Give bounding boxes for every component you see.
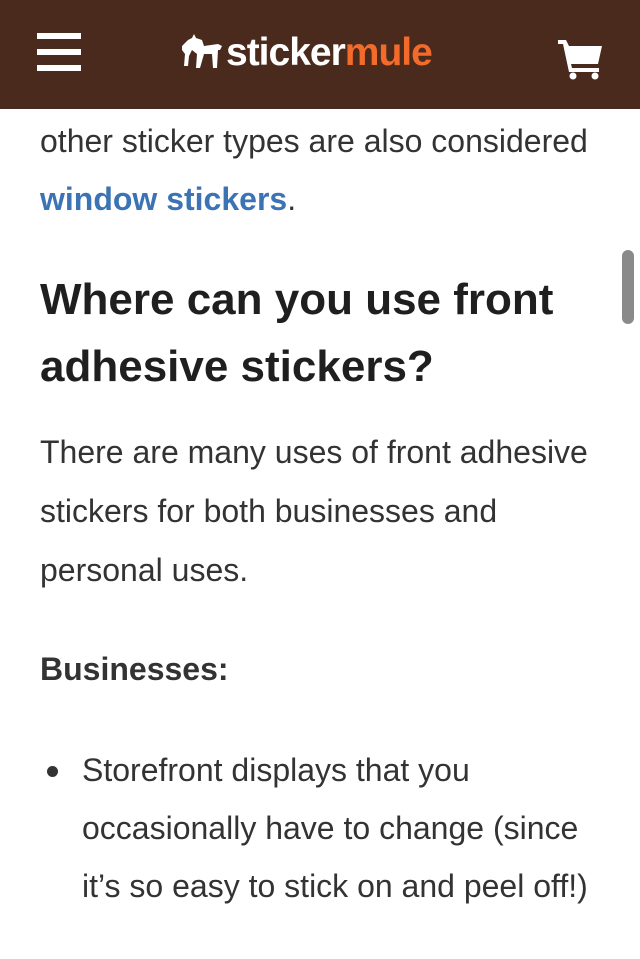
window-stickers-link[interactable]: window stickers — [40, 181, 287, 217]
scrollbar-thumb[interactable] — [622, 250, 634, 324]
stickermule-logo[interactable]: stickermule — [180, 28, 433, 76]
hamburger-menu-icon[interactable] — [37, 33, 81, 73]
shopping-cart-icon[interactable] — [556, 36, 604, 80]
list-item-text: Storefront displays that you occasionall… — [82, 752, 588, 904]
section-paragraph: There are many uses of front adhesive st… — [40, 434, 588, 588]
top-header: stickermule — [0, 0, 640, 109]
mule-icon — [182, 34, 222, 68]
list-item: Storefront displays that you occasionall… — [40, 741, 600, 915]
intro-period: . — [287, 181, 297, 217]
bullet-icon — [47, 766, 58, 777]
businesses-list: Storefront displays that you occasionall… — [40, 741, 600, 915]
intro-paragraph: other sticker types are also considered … — [40, 112, 600, 228]
businesses-subheading: Businesses: — [40, 651, 229, 687]
logo-text-sticker: sticker — [226, 30, 346, 74]
logo-text-mule: mule — [344, 30, 433, 74]
intro-text: other sticker types are also considered — [40, 123, 588, 159]
section-heading: Where can you use front adhesive sticker… — [40, 275, 554, 391]
